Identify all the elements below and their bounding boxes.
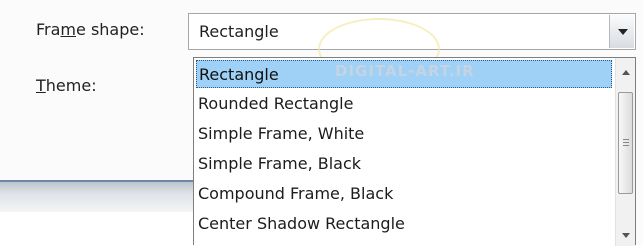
frame-shape-label-part1: Fra [36,20,61,39]
dialog-panel: Frame shape: Theme: Rectangle Rectangle … [0,0,643,246]
theme-label-rest: heme: [45,76,97,95]
dropdown-button[interactable] [609,15,634,48]
list-item[interactable]: Simple Frame, White [196,120,612,148]
frame-shape-value: Rectangle [199,22,279,41]
panel-footer [0,212,200,245]
theme-label: Theme: [36,76,97,95]
frame-shape-label: Frame shape: [36,20,145,39]
panel-separator [0,180,200,214]
scroll-down-icon[interactable] [622,233,630,238]
scroll-up-icon[interactable] [622,70,630,75]
watermark-text: DIGITAL-ART.IR [335,62,475,80]
list-item[interactable]: Center Shadow Rectangle [196,210,612,238]
list-item[interactable]: Compound Frame, Black [196,180,612,208]
theme-accelerator: T [36,76,46,95]
list-item[interactable]: Simple Frame, Black [196,150,612,178]
scrollbar-thumb[interactable] [618,92,633,194]
chevron-down-icon [618,29,628,35]
list-item[interactable]: Rounded Rectangle [196,90,612,118]
frame-shape-label-part2: e shape: [76,20,145,39]
vertical-scrollbar[interactable] [615,58,635,246]
frame-shape-accelerator: m [60,20,77,39]
frame-shape-dropdown-list[interactable]: Rectangle Rounded Rectangle Simple Frame… [193,57,636,246]
